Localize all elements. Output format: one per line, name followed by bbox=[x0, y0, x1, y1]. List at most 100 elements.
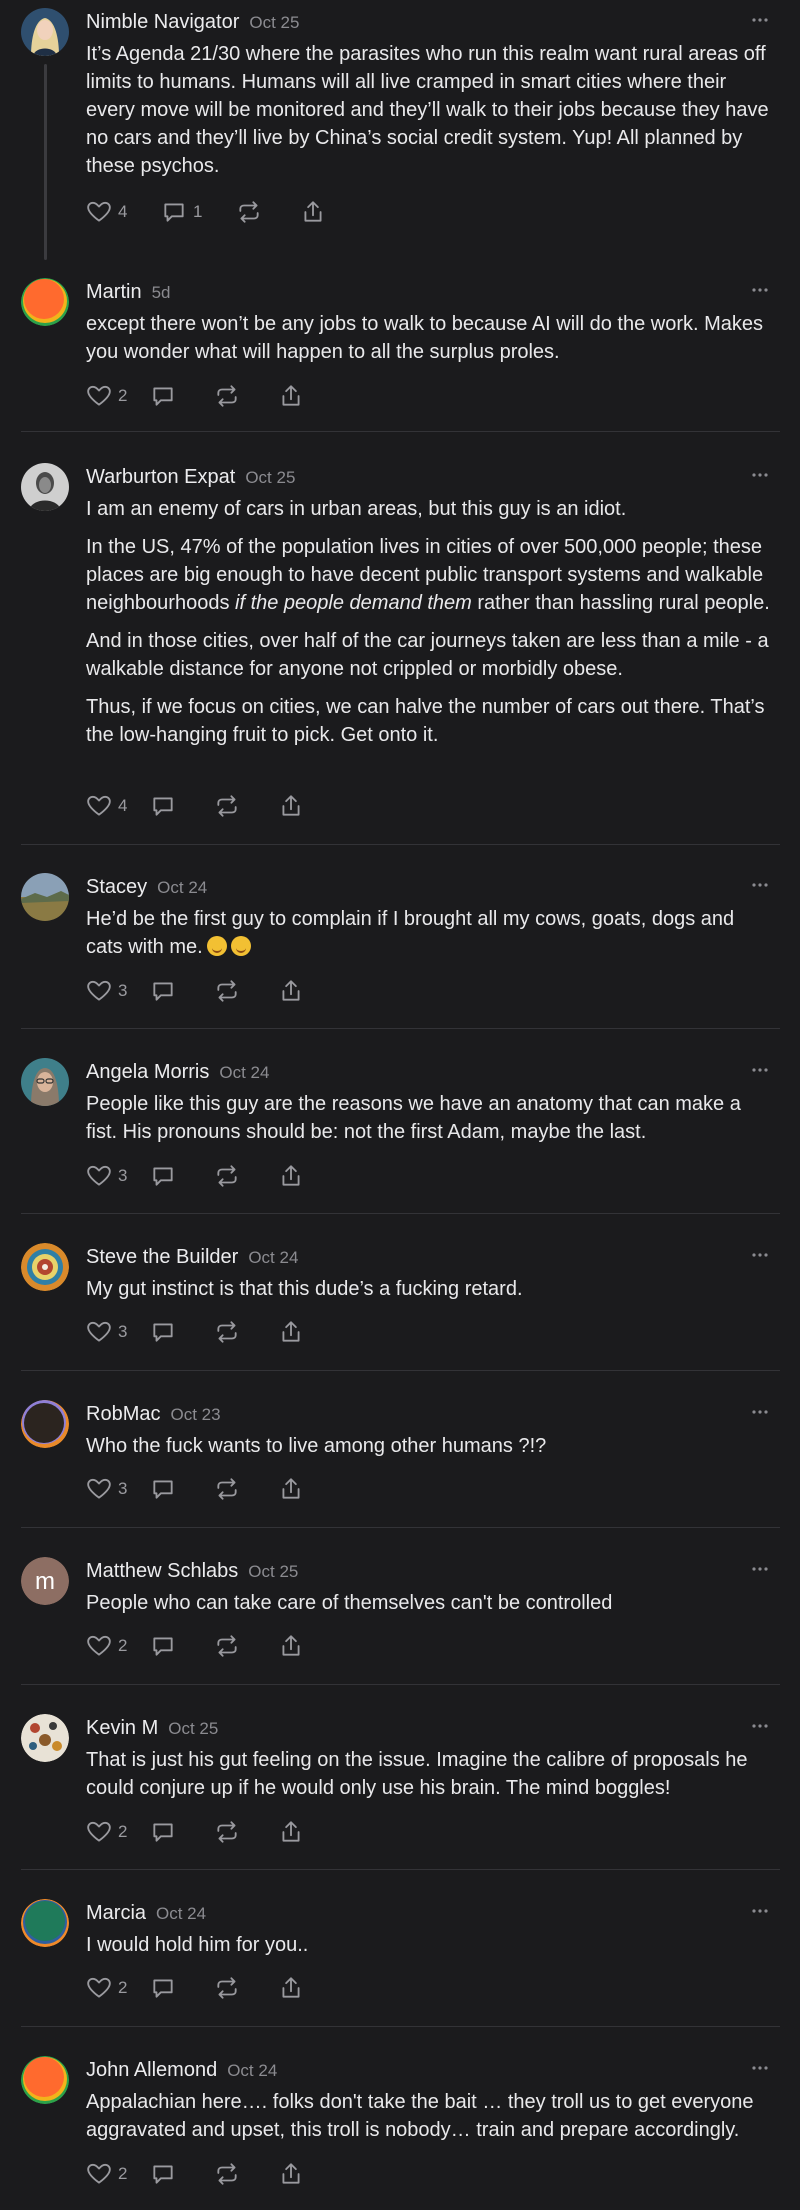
divider bbox=[21, 1684, 780, 1685]
more-options-icon[interactable] bbox=[750, 1245, 770, 1265]
reply-button[interactable] bbox=[150, 1317, 214, 1347]
like-button[interactable]: 2 bbox=[86, 1817, 150, 1847]
restack-button[interactable] bbox=[236, 197, 300, 227]
comment-date[interactable]: Oct 24 bbox=[157, 878, 207, 897]
reply-button[interactable] bbox=[150, 2159, 214, 2189]
more-options-icon[interactable] bbox=[750, 1060, 770, 1080]
like-button[interactable]: 3 bbox=[86, 976, 150, 1006]
author-name[interactable]: Kevin M bbox=[86, 1717, 158, 1739]
like-button[interactable]: 3 bbox=[86, 1161, 150, 1191]
like-button[interactable]: 3 bbox=[86, 1474, 150, 1504]
author-name[interactable]: Nimble Navigator bbox=[86, 11, 239, 33]
share-button[interactable] bbox=[278, 2159, 318, 2189]
avatar[interactable] bbox=[21, 1899, 69, 1947]
share-button[interactable] bbox=[278, 381, 318, 411]
reply-button[interactable] bbox=[150, 381, 214, 411]
share-button[interactable] bbox=[278, 976, 318, 1006]
author-name[interactable]: John Allemond bbox=[86, 2059, 217, 2081]
comment-date[interactable]: 5d bbox=[152, 283, 171, 302]
share-button[interactable] bbox=[278, 791, 318, 821]
share-icon bbox=[282, 1977, 300, 1998]
like-button[interactable]: 2 bbox=[86, 2159, 150, 2189]
avatar[interactable] bbox=[21, 2056, 69, 2104]
author-name[interactable]: Marcia bbox=[86, 1902, 146, 1924]
restack-button[interactable] bbox=[214, 1631, 278, 1661]
reply-button[interactable] bbox=[150, 1161, 214, 1191]
restack-button[interactable] bbox=[214, 1973, 278, 2003]
more-options-icon[interactable] bbox=[750, 1901, 770, 1921]
restack-button[interactable] bbox=[214, 381, 278, 411]
comment-date[interactable]: Oct 24 bbox=[227, 2061, 277, 2080]
like-button[interactable]: 2 bbox=[86, 1973, 150, 2003]
restack-button[interactable] bbox=[214, 1317, 278, 1347]
avatar[interactable] bbox=[21, 278, 69, 326]
avatar[interactable] bbox=[21, 873, 69, 921]
author-name[interactable]: Martin bbox=[86, 281, 142, 303]
reply-button[interactable] bbox=[150, 1631, 214, 1661]
divider bbox=[21, 2026, 780, 2027]
reply-button[interactable] bbox=[150, 976, 214, 1006]
reply-button[interactable] bbox=[150, 1817, 214, 1847]
more-options-icon[interactable] bbox=[750, 875, 770, 895]
reply-button[interactable]: 1 bbox=[161, 197, 236, 227]
more-options-icon[interactable] bbox=[750, 465, 770, 485]
restack-button[interactable] bbox=[214, 976, 278, 1006]
author-name[interactable]: Steve the Builder bbox=[86, 1246, 238, 1268]
like-button[interactable]: 4 bbox=[86, 791, 150, 821]
share-button[interactable] bbox=[278, 1973, 318, 2003]
restack-button[interactable] bbox=[214, 791, 278, 821]
avatar[interactable] bbox=[21, 1714, 69, 1762]
comment-date[interactable]: Oct 25 bbox=[248, 1562, 298, 1581]
comment-date[interactable]: Oct 24 bbox=[219, 1063, 269, 1082]
comment-date[interactable]: Oct 24 bbox=[248, 1248, 298, 1267]
avatar[interactable] bbox=[21, 1400, 69, 1448]
avatar[interactable]: m bbox=[21, 1557, 69, 1605]
author-name[interactable]: Stacey bbox=[86, 876, 147, 898]
share-button[interactable] bbox=[278, 1631, 318, 1661]
reply-button[interactable] bbox=[150, 1973, 214, 2003]
comment-date[interactable]: Oct 25 bbox=[245, 468, 295, 487]
more-options-icon[interactable] bbox=[750, 1402, 770, 1422]
share-button[interactable] bbox=[278, 1474, 318, 1504]
comment-date[interactable]: Oct 25 bbox=[168, 1719, 218, 1738]
share-button[interactable] bbox=[278, 1317, 318, 1347]
comment-date[interactable]: Oct 23 bbox=[170, 1405, 220, 1424]
more-options-icon[interactable] bbox=[750, 1559, 770, 1579]
restack-button[interactable] bbox=[214, 1474, 278, 1504]
author-name[interactable]: Warburton Expat bbox=[86, 466, 235, 488]
comment-header: Angela Morris Oct 24 bbox=[86, 1060, 269, 1084]
share-button[interactable] bbox=[278, 1161, 318, 1191]
restack-button[interactable] bbox=[214, 1161, 278, 1191]
heart-icon bbox=[87, 1977, 111, 1998]
author-name[interactable]: RobMac bbox=[86, 1403, 160, 1425]
more-options-icon[interactable] bbox=[750, 10, 770, 30]
heart-icon bbox=[87, 1165, 111, 1186]
restack-button[interactable] bbox=[214, 1817, 278, 1847]
avatar[interactable] bbox=[21, 1058, 69, 1106]
heart-icon bbox=[87, 1321, 111, 1342]
avatar[interactable] bbox=[21, 1243, 69, 1291]
reply-button[interactable] bbox=[150, 791, 214, 821]
more-options-icon[interactable] bbox=[750, 280, 770, 300]
like-button[interactable]: 3 bbox=[86, 1317, 150, 1347]
like-button[interactable]: 2 bbox=[86, 381, 150, 411]
reply-button[interactable] bbox=[150, 1474, 214, 1504]
comment-date[interactable]: Oct 24 bbox=[156, 1904, 206, 1923]
comment-date[interactable]: Oct 25 bbox=[249, 13, 299, 32]
like-count: 3 bbox=[118, 1166, 128, 1185]
more-options-icon[interactable] bbox=[750, 2058, 770, 2078]
author-name[interactable]: Matthew Schlabs bbox=[86, 1560, 238, 1582]
like-button[interactable]: 2 bbox=[86, 1631, 150, 1661]
comment-text: It’s Agenda 21/30 where the parasites wh… bbox=[86, 40, 770, 180]
like-button[interactable]: 4 bbox=[86, 197, 161, 227]
avatar[interactable] bbox=[21, 8, 69, 56]
avatar[interactable] bbox=[21, 463, 69, 511]
share-button[interactable] bbox=[300, 197, 340, 227]
more-options-icon[interactable] bbox=[750, 1716, 770, 1736]
author-name[interactable]: Angela Morris bbox=[86, 1061, 209, 1083]
restack-button[interactable] bbox=[214, 2159, 278, 2189]
share-button[interactable] bbox=[278, 1817, 318, 1847]
comment-paragraph: Appalachian here…. folks don't take the … bbox=[86, 2091, 754, 2141]
comment-paragraph-rich: In the US, 47% of the population lives i… bbox=[86, 536, 770, 614]
comment-text: People like this guy are the reasons we … bbox=[86, 1090, 770, 1146]
